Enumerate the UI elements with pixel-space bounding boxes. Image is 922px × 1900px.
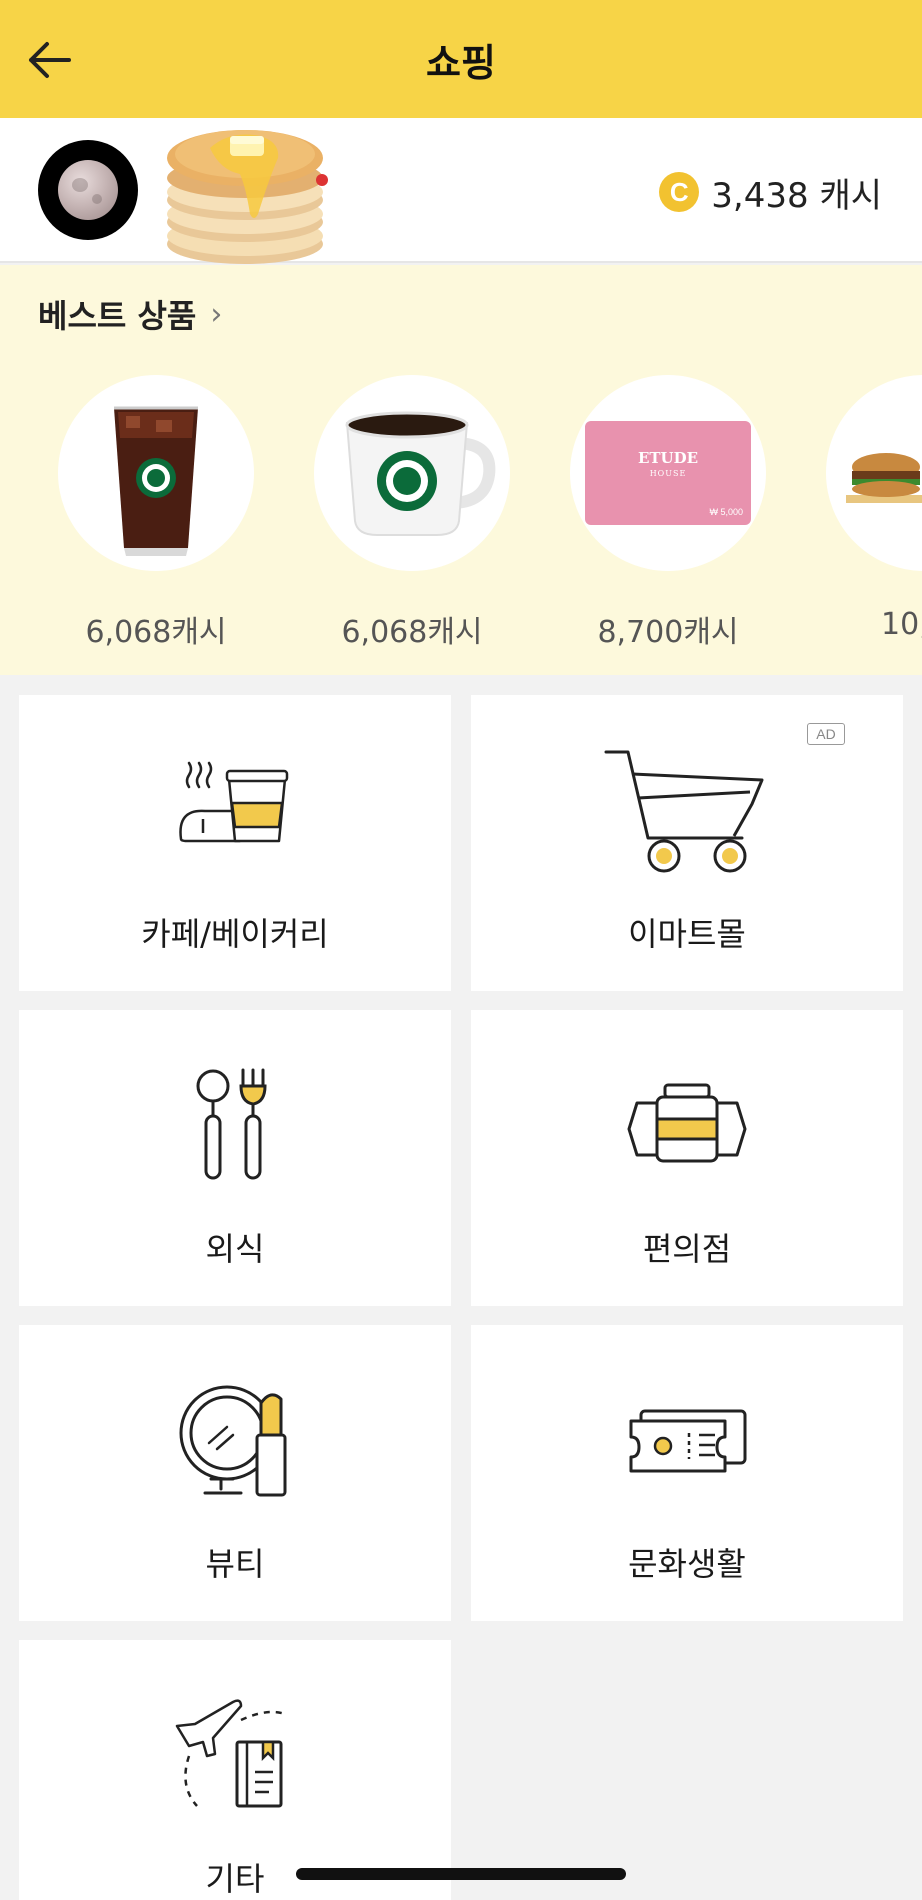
profile-strip: C 3,438 캐시: [0, 118, 922, 264]
cafe-bakery-icon: [179, 761, 289, 843]
category-label: 카페/베이커리: [141, 915, 329, 953]
gift-card-image: ETUDE HOUSE ₩ 5,000: [570, 375, 766, 571]
card-brand: ETUDE: [637, 449, 699, 467]
card-brand-sub: HOUSE: [649, 469, 687, 478]
burger-image: [826, 375, 922, 571]
category-etc[interactable]: 기타: [19, 1640, 451, 1900]
iced-coffee-image: [58, 375, 254, 571]
category-label: 뷰티: [205, 1545, 265, 1583]
best-products-link[interactable]: 베스트 상품 ›: [38, 291, 222, 337]
category-convenience-store[interactable]: 편의점: [471, 1010, 903, 1306]
avatar[interactable]: [38, 140, 138, 240]
back-button[interactable]: [24, 34, 76, 86]
best-products-title: 베스트 상품: [38, 297, 197, 335]
moon-image: [58, 160, 118, 220]
arrow-left-icon: [29, 42, 71, 78]
category-dining[interactable]: 외식: [19, 1010, 451, 1306]
etude-gift-card: ETUDE HOUSE ₩ 5,000: [585, 421, 751, 525]
balance-unit: 캐시: [819, 175, 882, 216]
product-item[interactable]: 6,068캐시: [56, 375, 256, 651]
convenience-store-icon: [627, 1083, 747, 1163]
category-culture[interactable]: 문화생활: [471, 1325, 903, 1621]
top-bar: 쇼핑: [0, 0, 922, 118]
card-value: ₩ 5,000: [709, 507, 743, 517]
ad-badge: AD: [807, 723, 845, 745]
product-price: 8,700캐시: [597, 615, 739, 650]
product-item[interactable]: ETUDE HOUSE ₩ 5,000 8,700캐시: [568, 375, 768, 651]
shopping-cart-icon: [604, 750, 764, 873]
category-label: 이마트몰: [628, 915, 746, 953]
best-products-section: 베스트 상품 › 6,068캐시 6,068캐시 ETUDE HOUSE ₩ 5…: [0, 265, 922, 675]
product-price: 6,068캐시: [341, 615, 483, 650]
category-label: 외식: [205, 1230, 265, 1268]
product-price: 10,96: [881, 607, 922, 642]
hot-coffee-image: [314, 375, 510, 571]
balance-value: 3,438 캐시: [711, 168, 882, 217]
category-emart-mall[interactable]: AD 이마트몰: [471, 695, 903, 991]
ticket-icon: [629, 1409, 747, 1473]
coin-icon: C: [659, 172, 700, 212]
pancake-sticker: [160, 118, 335, 268]
product-item[interactable]: 10,96: [824, 375, 922, 642]
home-indicator[interactable]: [296, 1868, 626, 1880]
product-price: 6,068캐시: [85, 615, 227, 650]
chevron-right-icon: ›: [210, 296, 223, 332]
balance-amount: 3,438: [711, 175, 809, 216]
page-title: 쇼핑: [426, 40, 496, 85]
category-label: 문화생활: [628, 1545, 746, 1583]
travel-book-icon: [175, 1699, 286, 1808]
cash-balance[interactable]: C 3,438 캐시: [659, 168, 882, 217]
category-label: 편의점: [642, 1230, 732, 1268]
category-cafe-bakery[interactable]: 카페/베이커리: [19, 695, 451, 991]
product-item[interactable]: 6,068캐시: [312, 375, 512, 651]
category-beauty[interactable]: 뷰티: [19, 1325, 451, 1621]
beauty-icon: [179, 1385, 287, 1497]
dining-icon: [196, 1068, 267, 1180]
